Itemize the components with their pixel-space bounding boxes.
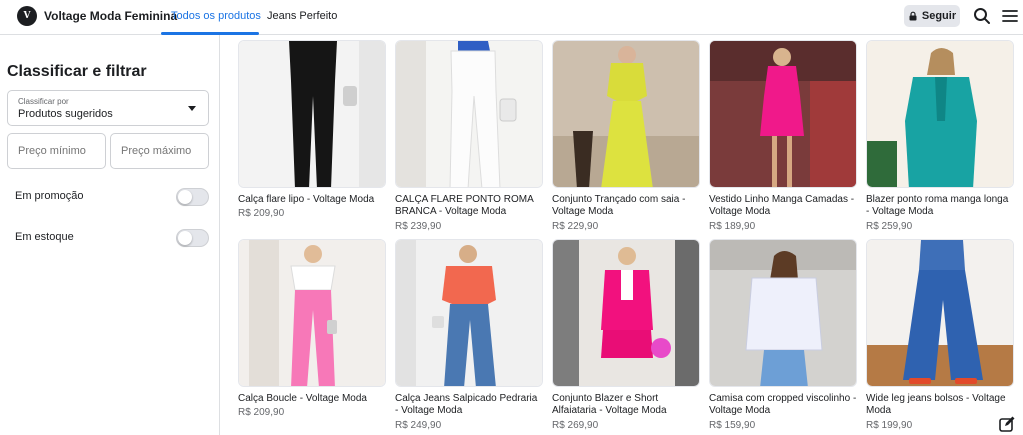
logo-letter: V [23,11,31,21]
product-price: R$ 259,90 [866,221,913,232]
promo-label: Em promoção [15,190,84,202]
product-price: R$ 229,90 [552,221,599,232]
stock-label: Em estoque [15,231,74,243]
product-title[interactable]: Blazer ponto roma manga longa - Voltage … [866,194,1014,218]
product-image[interactable] [238,40,386,188]
tab-all-products[interactable]: Todos os produtos [171,10,261,22]
price-max-input[interactable] [110,133,209,169]
toggle-knob [178,231,192,245]
product-title[interactable]: Calça Boucle - Voltage Moda [238,393,386,405]
toggle-knob [178,190,192,204]
product-price: R$ 269,90 [552,420,599,431]
product-title[interactable]: Calça flare lipo - Voltage Moda [238,194,386,206]
product-image[interactable] [395,239,543,387]
product-title[interactable]: Vestido Linho Manga Camadas - Voltage Mo… [709,194,857,218]
product-title[interactable]: Conjunto Trançado com saia - Voltage Mod… [552,194,700,218]
product-image[interactable] [552,239,700,387]
top-bar: V Voltage Moda Feminina Todos os produto… [0,0,1023,35]
product-image[interactable] [238,239,386,387]
product-title[interactable]: Wide leg jeans bolsos - Voltage Moda [866,393,1014,417]
product-price: R$ 199,90 [866,420,913,431]
product-price: R$ 239,90 [395,221,442,232]
menu-icon[interactable] [1000,6,1020,26]
product-image[interactable] [395,40,543,188]
follow-label: Seguir [921,10,957,22]
store-name[interactable]: Voltage Moda Feminina [44,9,177,23]
sidebar-title: Classificar e filtrar [7,63,147,80]
product-price: R$ 159,90 [709,420,756,431]
store-logo[interactable]: V [17,6,37,26]
filter-sidebar: Classificar e filtrar Classificar por Pr… [0,35,220,435]
product-title[interactable]: Camisa com cropped viscolinho - Voltage … [709,393,857,417]
promo-toggle[interactable] [176,188,209,206]
sort-select[interactable]: Classificar por Produtos sugeridos [7,90,209,126]
product-image[interactable] [866,40,1014,188]
stock-toggle[interactable] [176,229,209,247]
product-image[interactable] [552,40,700,188]
product-price: R$ 249,90 [395,420,442,431]
product-price: R$ 209,90 [238,208,285,219]
tab-jeans-perfeito[interactable]: Jeans Perfeito [267,10,337,22]
price-min-input[interactable] [7,133,106,169]
search-icon[interactable] [972,6,992,26]
follow-button[interactable]: Seguir [904,5,960,27]
product-price: R$ 189,90 [709,221,756,232]
compose-icon[interactable] [997,414,1017,434]
product-title[interactable]: CALÇA FLARE PONTO ROMA BRANCA - Voltage … [395,194,543,218]
lock-icon [909,11,917,21]
product-image[interactable] [866,239,1014,387]
sort-value: Produtos sugeridos [18,108,113,120]
product-title[interactable]: Calça Jeans Salpicado Pedraria - Voltage… [395,393,543,417]
product-title[interactable]: Conjunto Blazer e Short Alfaiataria - Vo… [552,393,700,417]
product-price: R$ 209,90 [238,407,285,418]
product-image[interactable] [709,40,857,188]
sort-label: Classificar por [18,97,69,106]
product-image[interactable] [709,239,857,387]
caret-down-icon [188,106,196,111]
